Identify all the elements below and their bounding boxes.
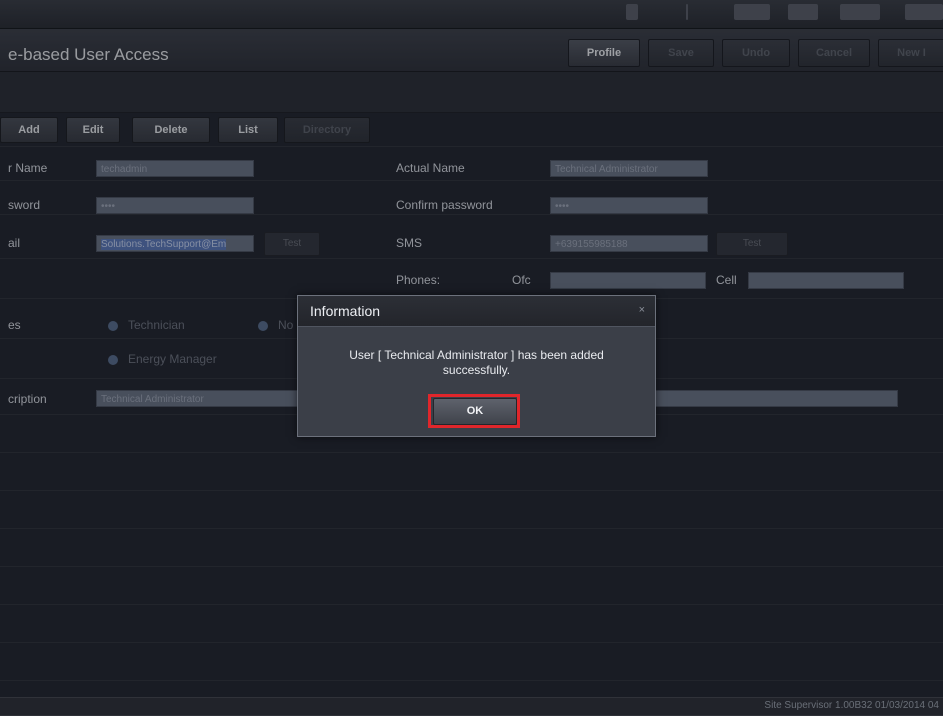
- information-dialog: Information × User [ Technical Administr…: [297, 295, 656, 437]
- dialog-header: Information ×: [298, 296, 655, 327]
- close-icon[interactable]: ×: [639, 304, 645, 316]
- ok-button[interactable]: OK: [433, 398, 517, 425]
- dialog-title: Information: [310, 303, 381, 319]
- dialog-message: User [ Technical Administrator ] has bee…: [349, 348, 604, 377]
